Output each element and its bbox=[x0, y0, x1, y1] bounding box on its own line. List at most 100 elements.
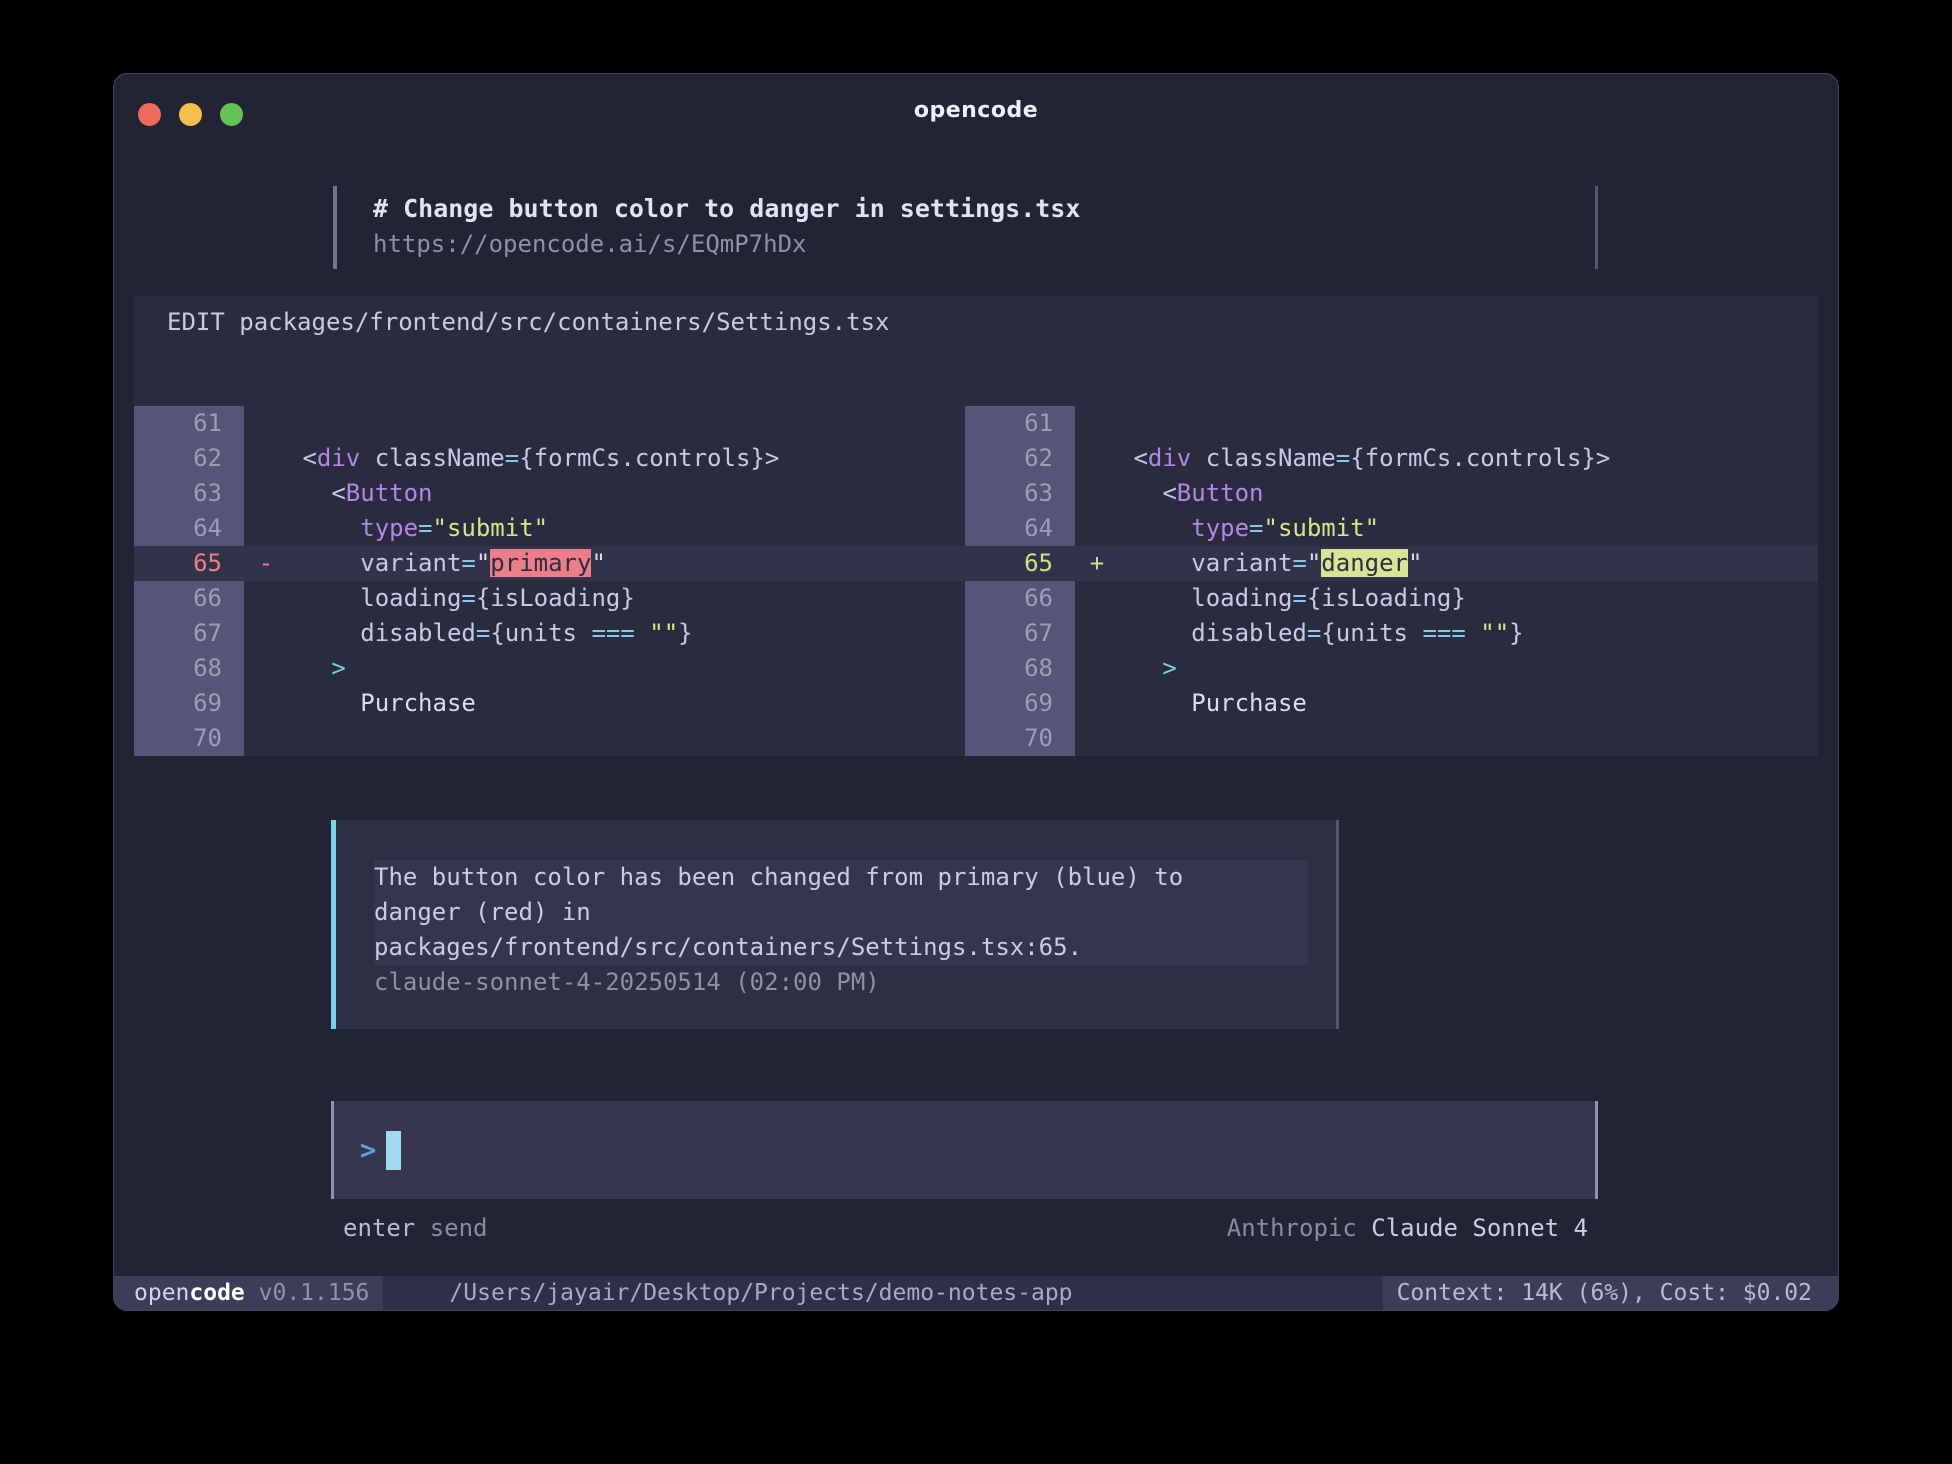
added-marker bbox=[1075, 651, 1119, 686]
diff-row: 69 Purchase 69 Purchase bbox=[134, 686, 1818, 721]
diff-code-line: > bbox=[288, 651, 965, 686]
diff-row: 6161 bbox=[134, 406, 1818, 441]
code-token: disabled bbox=[288, 619, 476, 647]
code-token: variant bbox=[1119, 549, 1292, 577]
code-token: type bbox=[360, 514, 418, 542]
diff-row: 66 loading={isLoading}66 loading={isLoad… bbox=[134, 581, 1818, 616]
code-token: className bbox=[1191, 444, 1336, 472]
removed-word-highlight: primary bbox=[490, 549, 591, 577]
line-number-old: 65 bbox=[134, 546, 244, 581]
diff-code-line: loading={isLoading} bbox=[288, 581, 965, 616]
titlebar: opencode bbox=[114, 74, 1838, 146]
code-token: = bbox=[505, 444, 519, 472]
code-token: {units bbox=[1321, 619, 1422, 647]
diff-code-line bbox=[1119, 721, 1818, 756]
code-token: Purchase bbox=[288, 689, 476, 717]
code-token: " bbox=[1408, 549, 1422, 577]
added-marker bbox=[1075, 511, 1119, 546]
message-line: danger (red) in bbox=[374, 895, 1308, 930]
code-token: div bbox=[1148, 444, 1191, 472]
code-token: className bbox=[360, 444, 505, 472]
code-token: type bbox=[1191, 514, 1249, 542]
diff-code-line: <div className={formCs.controls}> bbox=[1119, 441, 1818, 476]
code-token: div bbox=[317, 444, 360, 472]
code-token: {formCs.controls}> bbox=[1350, 444, 1610, 472]
session-header: # Change button color to danger in setti… bbox=[333, 186, 1598, 269]
diff-code-line bbox=[288, 406, 965, 441]
code-token: {isLoading} bbox=[1307, 584, 1466, 612]
diff-row: 63 <Button63 <Button bbox=[134, 476, 1818, 511]
removed-marker bbox=[244, 616, 288, 651]
code-token bbox=[1119, 654, 1162, 682]
added-marker bbox=[1075, 616, 1119, 651]
line-number-new: 64 bbox=[965, 511, 1075, 546]
added-marker bbox=[1075, 581, 1119, 616]
line-number-old: 64 bbox=[134, 511, 244, 546]
diff-code-line: loading={isLoading} bbox=[1119, 581, 1818, 616]
diff-row: 67 disabled={units === ""}67 disabled={u… bbox=[134, 616, 1818, 651]
code-token: = bbox=[1249, 514, 1263, 542]
code-token: = bbox=[461, 549, 475, 577]
code-token: = bbox=[461, 584, 475, 612]
code-token: > bbox=[1162, 654, 1176, 682]
line-number-old: 63 bbox=[134, 476, 244, 511]
line-number-new: 62 bbox=[965, 441, 1075, 476]
app-name-code: code bbox=[189, 1280, 244, 1306]
minimize-button[interactable] bbox=[179, 103, 202, 126]
code-token: } bbox=[1509, 619, 1523, 647]
line-number-old: 69 bbox=[134, 686, 244, 721]
code-token: "submit" bbox=[1264, 514, 1380, 542]
close-button[interactable] bbox=[138, 103, 161, 126]
diff-code-line: disabled={units === ""} bbox=[288, 616, 965, 651]
status-bar: opencode v0.1.156 /Users/jayair/Desktop/… bbox=[114, 1276, 1838, 1310]
assistant-message-meta: claude-sonnet-4-20250514 (02:00 PM) bbox=[374, 965, 1308, 1000]
diff-code-line bbox=[1119, 406, 1818, 441]
app-version-chip: opencode v0.1.156 bbox=[114, 1276, 383, 1310]
line-number-new: 70 bbox=[965, 721, 1075, 756]
text-cursor bbox=[386, 1131, 401, 1170]
zoom-button[interactable] bbox=[220, 103, 243, 126]
diff-row: 65- variant="primary"65+ variant="danger… bbox=[134, 546, 1818, 581]
code-token bbox=[288, 654, 331, 682]
diff-code-line: <Button bbox=[1119, 476, 1818, 511]
code-token: variant bbox=[288, 549, 461, 577]
chat-input[interactable]: > bbox=[331, 1101, 1598, 1199]
line-number-new: 66 bbox=[965, 581, 1075, 616]
model-indicator: Anthropic Claude Sonnet 4 bbox=[1227, 1213, 1588, 1243]
line-number-old: 62 bbox=[134, 441, 244, 476]
edit-file-header: EDIT packages/frontend/src/containers/Se… bbox=[134, 296, 1818, 340]
opencode-window: opencode # Change button color to danger… bbox=[113, 73, 1839, 1311]
removed-marker: - bbox=[244, 546, 288, 581]
code-token: Button bbox=[346, 479, 433, 507]
added-marker bbox=[1075, 441, 1119, 476]
hints-row: enter send Anthropic Claude Sonnet 4 bbox=[343, 1213, 1588, 1243]
edit-diff-panel: EDIT packages/frontend/src/containers/Se… bbox=[134, 296, 1818, 756]
code-token: {isLoading} bbox=[476, 584, 635, 612]
removed-marker bbox=[244, 476, 288, 511]
send-hint: enter send bbox=[343, 1213, 488, 1243]
diff-code-line: disabled={units === ""} bbox=[1119, 616, 1818, 651]
removed-marker bbox=[244, 441, 288, 476]
context-cost-chip: Context: 14K (6%), Cost: $0.02 bbox=[1383, 1276, 1838, 1310]
message-line: The button color has been changed from p… bbox=[374, 860, 1308, 895]
project-path: /Users/jayair/Desktop/Projects/demo-note… bbox=[383, 1276, 1382, 1310]
code-token: Purchase bbox=[1119, 689, 1307, 717]
diff-row: 64 type="submit"64 type="submit" bbox=[134, 511, 1818, 546]
code-token: " bbox=[591, 549, 605, 577]
code-token: disabled bbox=[1119, 619, 1307, 647]
code-token: = bbox=[476, 619, 490, 647]
session-share-link[interactable]: https://opencode.ai/s/EQmP7hDx bbox=[373, 227, 1595, 261]
code-token: = bbox=[418, 514, 432, 542]
diff-code-line: variant="primary" bbox=[288, 546, 965, 581]
code-token: {formCs.controls}> bbox=[519, 444, 779, 472]
diff-rows: 616162 <div className={formCs.controls}>… bbox=[134, 406, 1818, 756]
diff-code-line: type="submit" bbox=[1119, 511, 1818, 546]
model-label: Claude Sonnet 4 bbox=[1371, 1214, 1588, 1242]
diff-code-line: variant="danger" bbox=[1119, 546, 1818, 581]
code-token: === bbox=[1422, 619, 1465, 647]
removed-marker bbox=[244, 651, 288, 686]
traffic-lights bbox=[138, 103, 243, 126]
added-word-highlight: danger bbox=[1321, 549, 1408, 577]
line-number-new: 69 bbox=[965, 686, 1075, 721]
code-token: < bbox=[288, 479, 346, 507]
